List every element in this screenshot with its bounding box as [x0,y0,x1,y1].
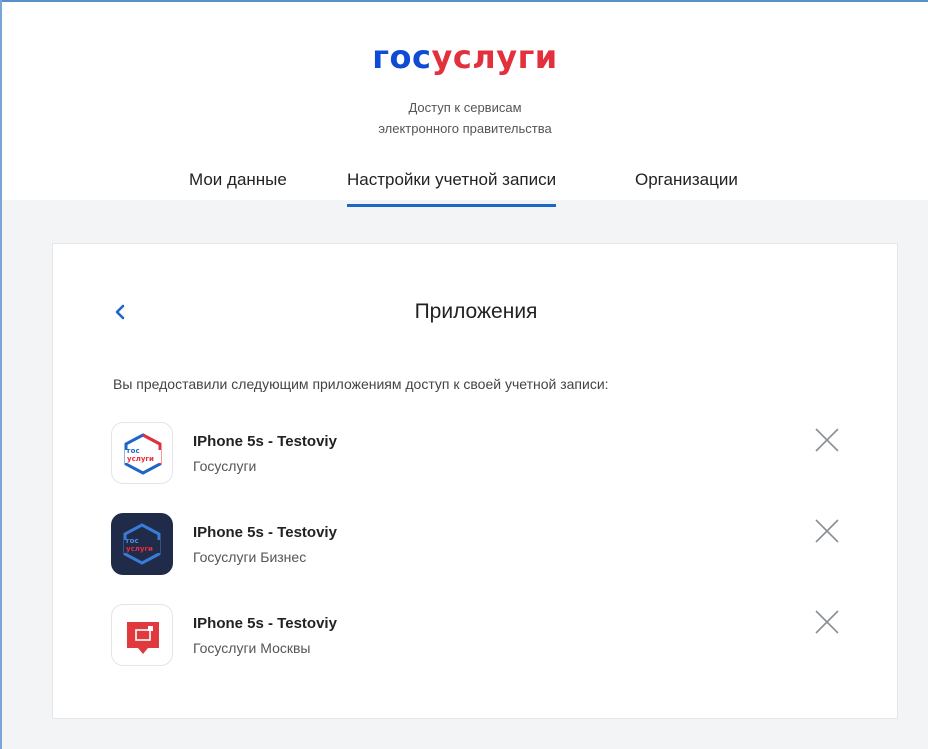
app-name: IPhone 5s - Testoviy [193,524,337,541]
revoke-access-button[interactable] [813,608,841,636]
tagline-line-2: электронного правительства [378,121,552,136]
tagline-line-1: Доступ к сервисам [408,100,522,115]
app-service: Госуслуги Москвы [193,640,311,656]
page-title: Приложения [414,300,538,323]
app-service: Госуслуги Бизнес [193,549,307,565]
page-header: госуслуги Доступ к сервисам электронного… [2,2,928,207]
app-row: IPhone 5s - Testoviy Госуслуги Москвы [111,604,841,668]
svg-text:гос: гос [127,447,140,455]
gosuslugi-business-app-icon: гос услуги [111,513,173,575]
account-tabs: Мои данные Настройки учетной записи Орга… [2,170,928,207]
tab-my-data[interactable]: Мои данные [189,170,287,190]
applications-card: Приложения Вы предоставили следующим при… [52,243,898,719]
close-icon [815,610,839,634]
gosuslugi-app-icon: гос услуги [111,422,173,484]
close-icon [815,428,839,452]
tab-account-settings[interactable]: Настройки учетной записи [347,170,557,207]
gosuslugi-logo[interactable]: госуслуги [2,38,928,76]
app-service: Госуслуги [193,458,257,474]
app-row: гос услуги IPhone 5s - Testoviy Госуслуг… [111,513,841,577]
revoke-access-button[interactable] [813,426,841,454]
close-icon [815,519,839,543]
apps-intro-text: Вы предоставили следующим приложениям до… [113,376,609,392]
tagline: Доступ к сервисам электронного правитель… [2,97,928,139]
logo-part-gos: гос [372,38,432,76]
app-name: IPhone 5s - Testoviy [193,433,337,450]
tab-organizations[interactable]: Организации [635,170,738,190]
svg-text:услуги: услуги [126,545,153,553]
gosuslugi-moscow-app-icon [111,604,173,666]
svg-text:гос: гос [126,537,139,545]
revoke-access-button[interactable] [813,517,841,545]
logo-part-uslugi: услуги [431,38,558,76]
app-row: гос услуги IPhone 5s - Testoviy Госуслуг… [111,422,841,486]
svg-text:услуги: услуги [127,455,154,463]
app-name: IPhone 5s - Testoviy [193,615,337,632]
